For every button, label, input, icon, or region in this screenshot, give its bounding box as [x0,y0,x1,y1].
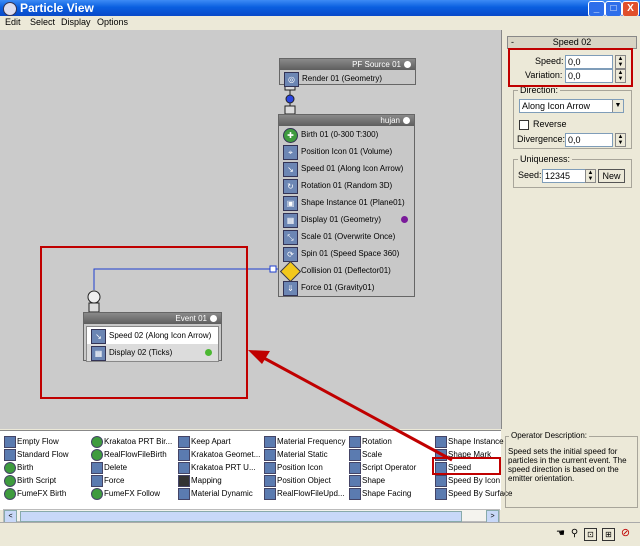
annotation-arrow-head [248,350,270,364]
realflow-update-icon [264,488,276,500]
depot-label: FumeFX Follow [104,489,161,498]
collapse-icon[interactable]: - [511,37,514,48]
scroll-thumb[interactable] [20,511,462,522]
rollout-title: Speed 02 [552,37,592,47]
hand-icon[interactable]: ☚ [555,528,566,539]
depot-fumefx-birth[interactable]: FumeFX Birth [3,487,102,500]
zoom-extents-icon[interactable]: ⊞ [602,528,615,541]
new-seed-button[interactable]: New [598,169,625,183]
seed-label: Seed: [518,170,542,180]
fumefx-follow-icon [91,488,103,500]
maximize-button[interactable]: □ [605,1,622,17]
seed-spinner[interactable]: ▲ ▼ [585,169,596,183]
close-button[interactable]: X [622,1,639,17]
shape-facing-icon [349,488,361,500]
zoom-region-icon[interactable]: ⊡ [584,528,597,541]
description-text: Speed sets the initial speed for particl… [508,447,627,483]
depot-shape-facing[interactable]: Shape Facing [348,487,446,500]
depot-material-dynamic[interactable]: Material Dynamic [177,487,277,500]
chevron-down-icon[interactable]: ▼ [612,100,623,112]
annotation-arrow-layer [248,350,453,462]
depot-scrollbar[interactable]: < > [3,509,500,523]
depot-label: Shape Facing [362,489,412,498]
reverse-label: Reverse [533,119,567,129]
divergence-field[interactable]: 0,0 [565,133,613,147]
direction-dropdown[interactable]: Along Icon Arrow ▼ [519,99,624,113]
depot-speed-by-surface[interactable]: Speed By Surface [434,487,514,500]
material-dynamic-icon [178,488,190,500]
depot-label: FumeFX Birth [17,489,67,498]
uniqueness-group-title: Uniqueness: [518,154,573,164]
divergence-label: Divergence: [517,134,566,144]
depot-fumefx-follow[interactable]: FumeFX Follow [90,487,191,500]
zoom-icon[interactable]: ⚲ [569,528,580,539]
depot-label: RealFlowFileUpd... [277,489,345,498]
no-entry-icon[interactable]: ⊘ [620,528,631,539]
reverse-checkbox[interactable] [519,120,529,130]
direction-value: Along Icon Arrow [522,101,591,111]
status-bar: ☚ ⚲ ⊡ ⊞ ⊘ [0,522,640,546]
minimize-button[interactable]: _ [588,1,605,17]
divergence-spinner[interactable]: ▲ ▼ [615,133,626,147]
speed-by-surface-icon [435,488,447,500]
description-caption: Operator Description: [509,431,590,440]
operator-description-panel: Operator Description: Speed sets the ini… [503,430,638,509]
annotation-speed-params-box [508,48,633,87]
depot-label: Material Dynamic [191,489,253,498]
seed-field[interactable]: 12345 [542,169,586,183]
fumefx-birth-icon [4,488,16,500]
annotation-arrow-shaft [261,355,453,462]
